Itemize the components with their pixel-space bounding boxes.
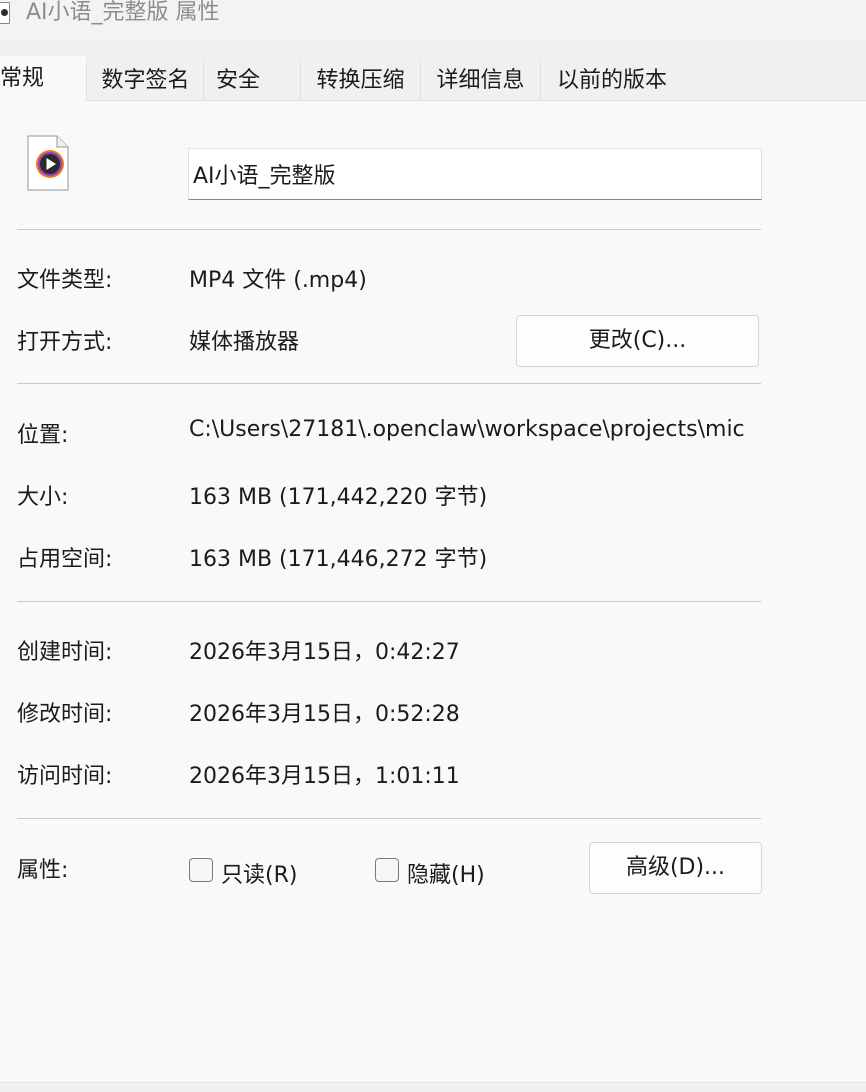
created-value: 2026年3月15日，0:42:27 [189, 640, 460, 665]
hidden-checkbox[interactable] [375, 858, 399, 882]
open-with-value: 媒体播放器 [189, 330, 300, 355]
modified-label: 修改时间: [17, 702, 113, 727]
file-type-label: 文件类型: [17, 268, 113, 293]
readonly-checkbox[interactable] [189, 858, 213, 882]
file-name-input[interactable] [188, 148, 762, 200]
tab-general[interactable]: 常规 [0, 56, 86, 102]
location-value: C:\Users\27181\.openclaw\workspace\proje… [189, 417, 745, 442]
separator [17, 818, 761, 819]
window-title: AI小语_完整版 属性 [26, 0, 220, 25]
accessed-value: 2026年3月15日，1:01:11 [189, 764, 460, 789]
attributes-label: 属性: [17, 858, 69, 883]
tab-divider [86, 100, 866, 101]
tab-details[interactable]: 详细信息 [420, 61, 540, 101]
size-label: 大小: [17, 485, 69, 510]
tab-strip: 常规 数字签名 安全 转换压缩 详细信息 以前的版本 [0, 40, 866, 102]
change-button[interactable]: 更改(C)... [516, 315, 759, 367]
size-on-disk-label: 占用空间: [17, 547, 113, 572]
advanced-button[interactable]: 高级(D)... [589, 842, 762, 894]
tab-previous-versions[interactable]: 以前的版本 [540, 61, 683, 101]
dialog-footer-edge [0, 1082, 866, 1092]
location-label: 位置: [17, 423, 69, 448]
readonly-label[interactable]: 只读(R) [221, 857, 297, 889]
properties-window: AI小语_完整版 属性 常规 数字签名 安全 转换压缩 详细信息 以前的版本 文… [0, 0, 866, 1092]
separator [17, 601, 761, 602]
hidden-label[interactable]: 隐藏(H) [407, 857, 485, 889]
size-value: 163 MB (171,442,220 字节) [189, 485, 488, 510]
tab-digital-signatures[interactable]: 数字签名 [86, 61, 204, 101]
accessed-label: 访问时间: [17, 764, 113, 789]
created-label: 创建时间: [17, 640, 113, 665]
tab-convert-compress[interactable]: 转换压缩 [300, 61, 420, 101]
title-bar: AI小语_完整版 属性 [0, 0, 866, 40]
open-with-label: 打开方式: [17, 330, 113, 355]
separator [17, 229, 761, 230]
tab-security[interactable]: 安全 [203, 61, 299, 101]
video-file-icon [27, 135, 69, 191]
video-file-icon [0, 2, 10, 24]
file-type-value: MP4 文件 (.mp4) [189, 268, 367, 293]
modified-value: 2026年3月15日，0:52:28 [189, 702, 460, 727]
separator [17, 383, 761, 384]
size-on-disk-value: 163 MB (171,446,272 字节) [189, 547, 488, 572]
